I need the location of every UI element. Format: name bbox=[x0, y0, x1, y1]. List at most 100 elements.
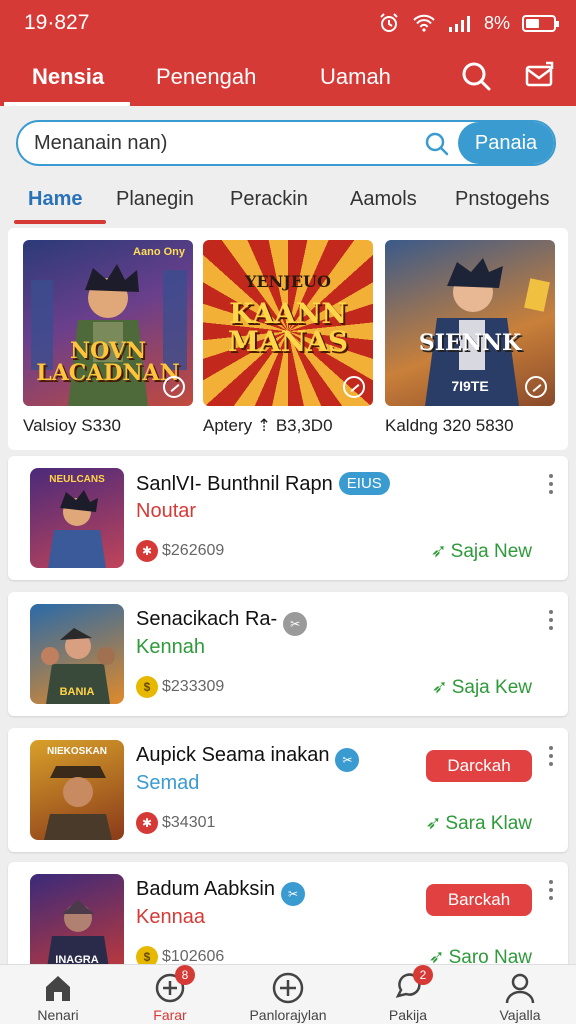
game-thumb-text: BANIA bbox=[59, 686, 95, 698]
link-icon: ✂ bbox=[283, 612, 308, 636]
download-button[interactable]: Darckah bbox=[426, 750, 532, 782]
wifi-icon bbox=[413, 14, 435, 32]
game-badge: EIUS bbox=[338, 472, 390, 495]
category-tab-perackin[interactable]: Perackin bbox=[230, 188, 308, 211]
game-list-item[interactable]: INAGRA Badum Aabksin ✂ Kennaa Barckah $ $1… bbox=[8, 862, 568, 974]
search-input[interactable] bbox=[34, 122, 414, 164]
nav-label: Panlorajylan bbox=[249, 1007, 327, 1023]
game-thumbnail: INAGRA bbox=[30, 874, 124, 974]
featured-card[interactable]: SIENNK 7I9TE Kaldng 320 5830 bbox=[385, 240, 555, 436]
game-thumbnail: BANIA bbox=[30, 604, 124, 704]
signal-icon bbox=[448, 16, 470, 32]
game-title: Badum Aabksin ✂ bbox=[136, 878, 305, 906]
search-icon[interactable] bbox=[424, 131, 450, 157]
search-button[interactable]: Panaia bbox=[458, 122, 554, 164]
more-icon[interactable] bbox=[548, 610, 554, 634]
game-price-value: $34301 bbox=[162, 814, 216, 831]
chat-icon: 2 bbox=[391, 965, 433, 1005]
game-subtitle: Kennah bbox=[136, 636, 205, 658]
download-button[interactable]: Barckah bbox=[426, 884, 532, 916]
search-bar: Panaia bbox=[16, 120, 556, 166]
leaf-icon: ➶ bbox=[425, 813, 442, 834]
coin-icon: $ bbox=[136, 676, 158, 698]
search-icon[interactable] bbox=[460, 60, 492, 92]
game-title-text: Aupick Seama inakan bbox=[136, 744, 330, 766]
battery-icon bbox=[522, 14, 559, 32]
featured-art-badge: Aano Ony bbox=[133, 246, 185, 258]
more-icon[interactable] bbox=[548, 474, 554, 498]
nav-item-farar[interactable]: 8 Farar bbox=[120, 965, 220, 1023]
bottom-navigation: Nenari 8 Farar Panlorajylan 2 Pakija Vaj… bbox=[0, 964, 576, 1024]
game-title-text: Senacikach Ra- bbox=[136, 608, 278, 630]
game-thumbnail: NIEKOSKAN bbox=[30, 740, 124, 840]
nav-item-nenari[interactable]: Nenari bbox=[8, 971, 108, 1023]
save-action[interactable]: ➶ Sara Klaw bbox=[425, 812, 532, 835]
save-action-label: Saja New bbox=[450, 540, 532, 562]
link-icon: ✂ bbox=[280, 882, 305, 906]
category-tab-hame[interactable]: Hame bbox=[28, 188, 82, 211]
game-thumbnail: NEULCANS bbox=[30, 468, 124, 568]
game-price-value: $233309 bbox=[162, 678, 225, 695]
featured-art-text: SIENNK bbox=[418, 330, 522, 356]
plus-circle-icon bbox=[271, 971, 305, 1005]
save-action[interactable]: ➶ Saja Kew bbox=[432, 676, 532, 699]
plus-circle-icon: 8 bbox=[153, 965, 195, 1005]
tab-nensia[interactable]: Nensia bbox=[32, 64, 104, 90]
more-icon[interactable] bbox=[548, 880, 554, 904]
game-title: Aupick Seama inakan ✂ bbox=[136, 744, 360, 772]
status-bar: 19·827 8% bbox=[24, 8, 559, 38]
top-tabs: Nensia Penengah Uamah bbox=[0, 54, 576, 106]
game-title: SanlVI- Bunthnil Rapn EIUS bbox=[136, 472, 390, 496]
coin-icon: ✱ bbox=[136, 812, 158, 834]
featured-image: NOVN LACADNAN Aano Ony bbox=[23, 240, 193, 406]
game-list-item[interactable]: NEULCANS SanlVI- Bunthnil Rapn EIUS Nouta… bbox=[8, 456, 568, 580]
game-title: Senacikach Ra- ✂ bbox=[136, 608, 308, 636]
category-tabs: Hame Planegin Perackin Aamols Pnstogehs bbox=[0, 176, 576, 224]
featured-caption: Aptery ⇡ B3,3D0 bbox=[203, 416, 333, 435]
mail-icon[interactable] bbox=[524, 60, 556, 92]
game-price: ✱ $34301 bbox=[136, 812, 215, 834]
featured-card[interactable]: NOVN LACADNAN Aano Ony Valsioy S330 bbox=[23, 240, 193, 436]
game-title-text: Badum Aabksin bbox=[136, 878, 275, 900]
play-icon[interactable] bbox=[343, 376, 365, 398]
game-price: ✱ $262609 bbox=[136, 540, 224, 562]
more-icon[interactable] bbox=[548, 746, 554, 770]
play-icon[interactable] bbox=[525, 376, 547, 398]
game-subtitle: Kennaa bbox=[136, 906, 205, 928]
game-list-item[interactable]: BANIA Senacikach Ra- ✂ Kennah $ $233309 ➶ S… bbox=[8, 592, 568, 716]
category-tab-planegin[interactable]: Planegin bbox=[116, 188, 194, 211]
nav-item-panlorajylan[interactable]: Panlorajylan bbox=[238, 971, 338, 1023]
nav-item-pakija[interactable]: 2 Pakija bbox=[358, 965, 458, 1023]
featured-section: NOVN LACADNAN Aano Ony Valsioy S330 KAAN… bbox=[8, 228, 568, 450]
battery-percent: 8% bbox=[483, 12, 510, 33]
leaf-icon: ➶ bbox=[431, 677, 448, 698]
save-action-label: Sara Klaw bbox=[445, 812, 532, 834]
leaf-icon: ➶ bbox=[430, 541, 447, 562]
app-header: 19·827 8% Nensia Penengah Uamah bbox=[0, 0, 576, 106]
category-tab-pnstogehs[interactable]: Pnstogehs bbox=[455, 188, 550, 211]
game-price: $ $233309 bbox=[136, 676, 224, 698]
notification-badge: 2 bbox=[413, 965, 433, 985]
nav-label: Vajalla bbox=[499, 1007, 541, 1023]
featured-caption: Kaldng 320 5830 bbox=[385, 416, 514, 435]
nav-label: Pakija bbox=[388, 1007, 428, 1023]
game-list-item[interactable]: NIEKOSKAN Aupick Seama inakan ✂ Semad Dar… bbox=[8, 728, 568, 852]
link-icon: ✂ bbox=[335, 748, 360, 772]
save-action[interactable]: ➶ Saja New bbox=[431, 540, 532, 563]
game-subtitle: Semad bbox=[136, 772, 200, 794]
featured-image: KAANN MANAS YENJEUO bbox=[203, 240, 373, 406]
featured-art-badge: YENJEUO bbox=[245, 272, 331, 291]
tab-penengah[interactable]: Penengah bbox=[156, 64, 256, 90]
alarm-icon bbox=[380, 13, 398, 32]
featured-card[interactable]: KAANN MANAS YENJEUO Aptery ⇡ B3,3D0 bbox=[203, 240, 373, 436]
featured-caption: Valsioy S330 bbox=[23, 416, 121, 435]
tab-uamah[interactable]: Uamah bbox=[320, 64, 391, 90]
nav-item-vajalla[interactable]: Vajalla bbox=[470, 971, 570, 1023]
featured-art-text: KAANN MANAS bbox=[227, 297, 349, 358]
category-tab-aamols[interactable]: Aamols bbox=[350, 188, 417, 211]
play-icon[interactable] bbox=[163, 376, 185, 398]
active-tab-indicator bbox=[4, 102, 130, 106]
game-thumb-text: NEULCANS bbox=[49, 474, 105, 485]
save-action-label: Saja Kew bbox=[451, 676, 532, 698]
status-time: 19·827 bbox=[24, 11, 90, 34]
